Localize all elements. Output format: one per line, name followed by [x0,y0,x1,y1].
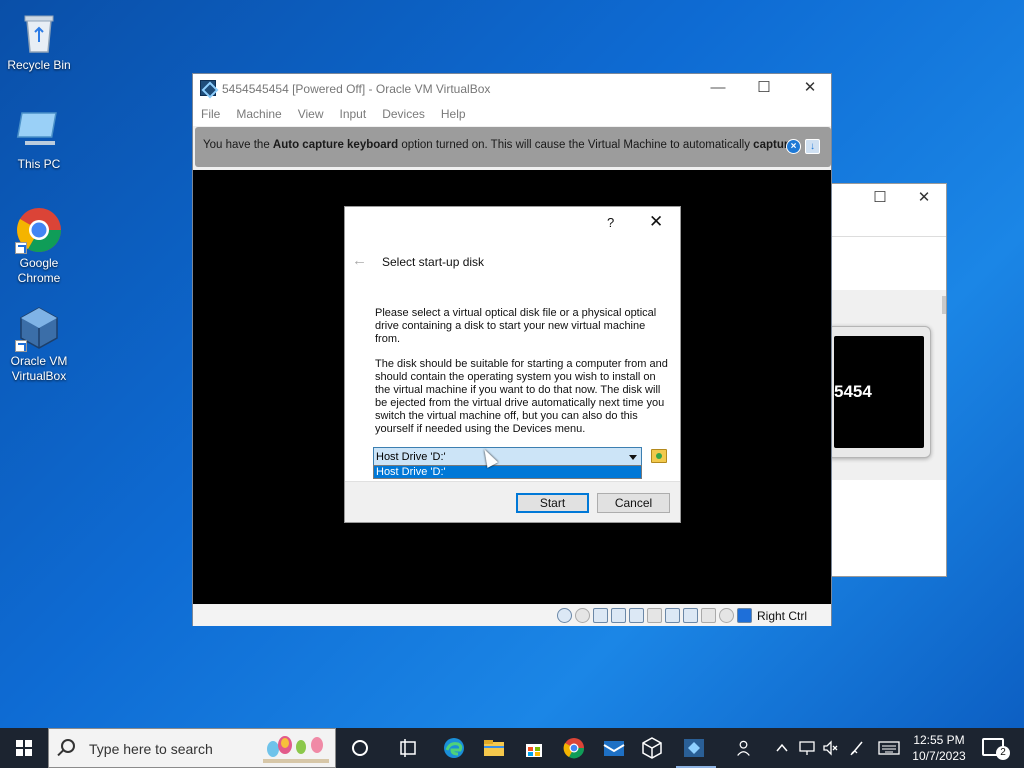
virtualbox-icon [15,304,63,352]
desktop-icon-label: Google Chrome [17,256,61,285]
audio-icon[interactable] [593,608,608,623]
combo-value: Host Drive 'D:' [376,451,446,463]
menu-file[interactable]: File [201,107,220,121]
search-icon [61,739,75,753]
desktop-icon-label: This PC [17,157,61,171]
people-icon[interactable] [736,738,756,758]
window-title: 5454545454 [Powered Off] - Oracle VM Vir… [222,82,491,96]
menu-machine[interactable]: Machine [236,107,281,121]
chrome-icon [15,206,63,254]
vm-window-taskbar-icon[interactable] [682,736,706,760]
menu-view[interactable]: View [298,107,324,121]
background-window[interactable]: ☐ ✕ 5454 [812,183,947,577]
desktop-icon-this-pc[interactable]: This PC [1,107,77,172]
vm-preview-screen: 5454 [834,336,924,448]
maximize-button[interactable]: ☐ [741,74,787,102]
desktop-icon-google-chrome[interactable]: Google Chrome [1,206,77,286]
network-status-icon[interactable] [798,739,816,757]
store-icon[interactable] [522,736,546,760]
desktop-icon-label: Recycle Bin [7,58,71,72]
chrome-taskbar-icon[interactable] [562,736,586,760]
maximize-button[interactable]: ☐ [857,184,903,212]
keyboard-icon[interactable] [878,739,900,757]
start-button-taskbar[interactable] [0,728,48,768]
dialog-close-button[interactable]: ✕ [649,212,663,232]
taskbar: Type here to search 12:55 PM 10/7/2023 2 [0,728,1024,768]
chevron-up-icon[interactable] [774,740,790,756]
menu-input[interactable]: Input [340,107,367,121]
desktop-icon-recycle-bin[interactable]: Recycle Bin [1,8,77,73]
select-startup-disk-dialog[interactable]: ? ✕ ← Select start-up disk Please select… [344,206,681,523]
cortana-icon[interactable] [348,736,372,760]
clock-date: 10/7/2023 [912,749,966,763]
dropdown-option[interactable]: Host Drive 'D:' [374,466,641,478]
banner-text: You have the Auto capture keyboard optio… [203,139,795,151]
edge-icon[interactable] [442,736,466,760]
vm-window-titlebar[interactable]: 5454545454 [Powered Off] - Oracle VM Vir… [193,74,831,102]
help-button[interactable]: ? [607,215,614,230]
menu-help[interactable]: Help [441,107,466,121]
recycle-bin-icon [15,8,63,56]
search-highlight-balloons-icon [263,736,329,763]
video-capture-icon[interactable] [683,608,698,623]
computer-icon [15,107,63,155]
network-icon[interactable] [611,608,626,623]
windows-logo-icon [16,740,32,756]
status-bar: Right Ctrl [193,605,831,626]
vm-preview: 5454 [827,326,931,458]
disk-select-combo[interactable]: Host Drive 'D:' [373,447,642,467]
clock-time: 12:55 PM [913,733,965,747]
volume-muted-icon[interactable] [822,739,840,757]
mail-app-icon[interactable] [602,736,626,760]
dialog-paragraph-2: The disk should be suitable for starting… [375,358,668,435]
virtualbox-taskbar-icon[interactable] [640,736,664,760]
host-key-label: Right Ctrl [757,608,808,623]
menu-devices[interactable]: Devices [382,107,425,121]
scrollbar[interactable] [942,296,946,314]
disk-dropdown-list[interactable]: Host Drive 'D:' [373,465,642,479]
usb-icon[interactable] [629,608,644,623]
back-arrow-icon[interactable]: ← [352,252,367,269]
close-banner-icon[interactable]: × [786,139,801,154]
taskbar-search-box[interactable]: Type here to search [48,728,336,768]
shortcut-arrow-icon [15,340,27,352]
dialog-paragraph-1: Please select a virtual optical disk fil… [375,307,657,345]
hard-disk-icon[interactable] [557,608,572,623]
dialog-heading: Select start-up disk [382,255,485,269]
start-button[interactable]: Start [516,493,589,513]
optical-drive-icon[interactable] [575,608,590,623]
vm-preview-text: 5454 [834,382,872,401]
menu-bar: File Machine View Input Devices Help [193,102,831,126]
task-view-icon[interactable] [396,736,420,760]
file-explorer-icon[interactable] [482,736,506,760]
background-window-titlebar[interactable]: ☐ ✕ [813,184,946,214]
search-placeholder: Type here to search [89,741,213,757]
pen-icon[interactable] [848,739,866,757]
cancel-button[interactable]: Cancel [597,493,670,513]
divider [813,236,946,237]
notification-count-badge: 2 [996,746,1010,760]
chevron-down-icon[interactable] [629,455,637,460]
desktop-icon-virtualbox[interactable]: Oracle VM VirtualBox [1,304,77,384]
virtualbox-app-icon [200,80,216,96]
notification-center-icon[interactable]: 2 [982,738,1010,760]
desktop-icon-label: Oracle VM VirtualBox [10,354,68,383]
cpu-icon[interactable] [701,608,716,623]
minimize-button[interactable]: — [695,74,741,102]
shortcut-arrow-icon [15,242,27,254]
mouse-integration-icon[interactable] [719,608,734,623]
taskbar-clock[interactable]: 12:55 PM 10/7/2023 [906,732,972,764]
auto-capture-banner: You have the Auto capture keyboard optio… [195,127,831,167]
choose-disk-file-icon[interactable] [651,449,667,463]
host-key-icon[interactable] [737,608,752,623]
close-button[interactable]: ✕ [901,184,947,212]
dialog-footer: Start Cancel [345,481,680,522]
display-icon[interactable] [665,608,680,623]
shared-folders-icon[interactable] [647,608,662,623]
close-button[interactable]: ✕ [787,74,833,102]
dont-show-again-icon[interactable]: ↓ [805,139,820,154]
